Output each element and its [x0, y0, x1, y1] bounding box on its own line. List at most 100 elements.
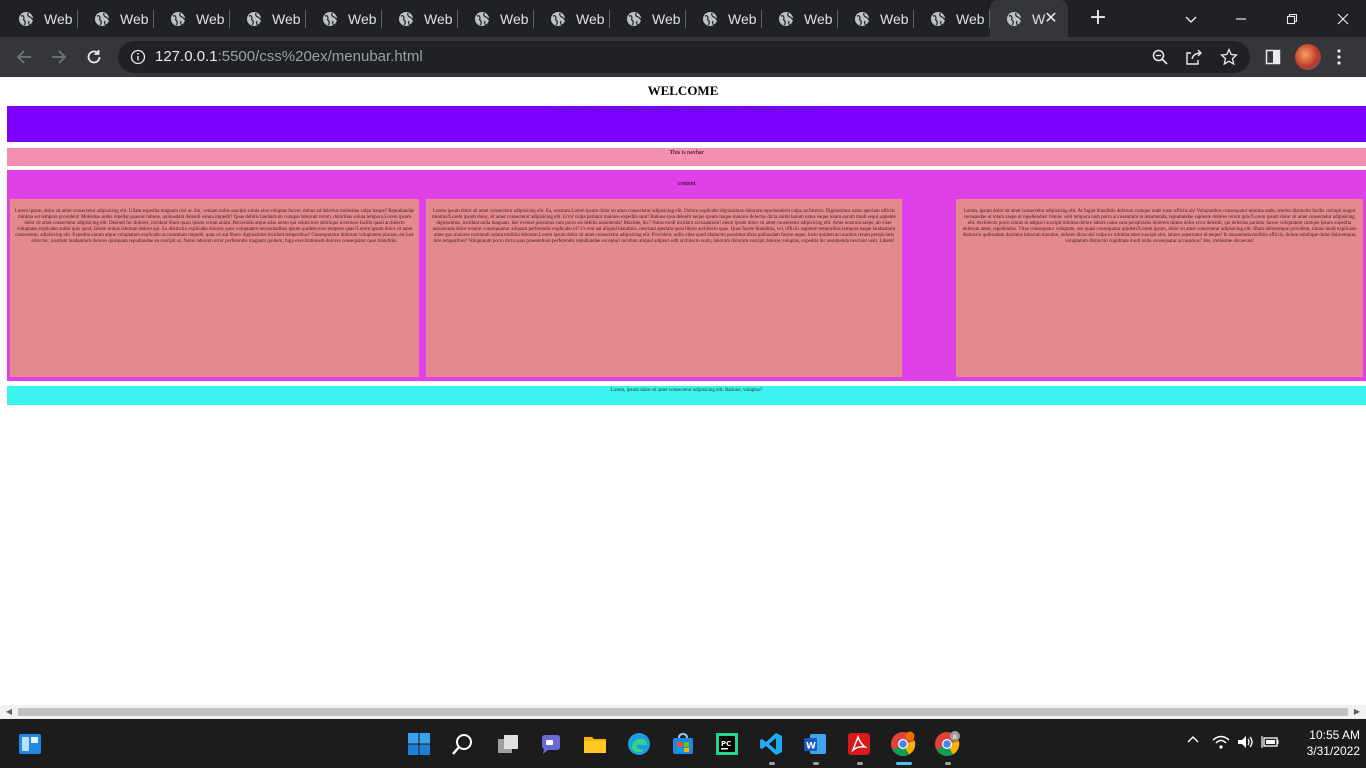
close-window-button[interactable]	[1320, 0, 1366, 37]
tab-active[interactable]: W ✕	[990, 0, 1068, 37]
restore-button[interactable]	[1269, 0, 1315, 37]
tab[interactable]: Web	[686, 0, 762, 37]
horizontal-scrollbar[interactable]: ◀ ▶	[0, 705, 1366, 719]
tab[interactable]: Web	[306, 0, 382, 37]
chevron-down-icon	[1185, 16, 1197, 23]
tab[interactable]: Web	[610, 0, 686, 37]
globe-icon	[171, 11, 186, 26]
tab-label: Web	[956, 10, 985, 27]
globe-icon	[779, 11, 794, 26]
globe-icon	[627, 11, 642, 26]
volume-button[interactable]	[1237, 735, 1255, 753]
chat-icon	[542, 735, 560, 754]
tab-label: Web	[196, 10, 225, 27]
tab[interactable]: Web	[762, 0, 838, 37]
new-tab-button[interactable]: +	[1086, 7, 1110, 31]
tab[interactable]: Web	[78, 0, 154, 37]
tab-label: Web	[424, 10, 453, 27]
svg-text:PC: PC	[721, 740, 731, 748]
chrome-profile-button[interactable]: A	[934, 731, 960, 757]
word-button[interactable]: W	[802, 731, 828, 757]
tab-label: Web	[272, 10, 301, 27]
tab-label: Web	[500, 10, 529, 27]
task-view-icon	[498, 735, 518, 753]
wifi-button[interactable]	[1212, 735, 1230, 753]
page-title: WELCOME	[647, 83, 719, 98]
side-panel-button[interactable]	[1261, 45, 1285, 69]
content-card-3: Lorem, ipsum dolor sit amet consectetur …	[956, 199, 1363, 377]
reload-button[interactable]	[82, 45, 106, 69]
close-tab-icon[interactable]: ✕	[1042, 9, 1060, 27]
word-icon: W	[804, 734, 826, 754]
tab-label: Web	[652, 10, 681, 27]
browser-toolbar: 127.0.0.1:5500/css%20ex/menubar.html	[0, 37, 1366, 77]
store-icon	[673, 732, 693, 754]
vscode-button[interactable]	[758, 731, 784, 757]
task-view-button[interactable]	[495, 731, 521, 757]
address-bar[interactable]: 127.0.0.1:5500/css%20ex/menubar.html	[118, 41, 1250, 73]
reload-icon	[87, 50, 101, 64]
system-clock[interactable]: 10:55 AM 3/31/2022	[1276, 727, 1360, 759]
tab[interactable]: Web	[154, 0, 230, 37]
scroll-left-arrow[interactable]: ◀	[4, 707, 14, 717]
widgets-button[interactable]	[17, 731, 43, 757]
tab-label: Web	[348, 10, 377, 27]
url-text[interactable]: 127.0.0.1:5500/css%20ex/menubar.html	[155, 48, 423, 65]
forward-button[interactable]	[47, 45, 71, 69]
tab[interactable]: Web	[230, 0, 306, 37]
arrow-right-icon	[52, 50, 67, 64]
tab-label: Web	[728, 10, 757, 27]
tab[interactable]: Web	[534, 0, 610, 37]
file-explorer-icon	[584, 737, 606, 753]
minimize-button[interactable]	[1218, 0, 1264, 37]
zoom-button[interactable]	[1148, 45, 1172, 69]
navbar-section: This is navbar	[7, 148, 1366, 166]
acrobat-running-indicator	[857, 762, 863, 765]
edge-icon	[628, 733, 650, 755]
tab[interactable]: Web	[382, 0, 458, 37]
arrow-left-icon	[16, 50, 31, 64]
vscode-running-indicator	[769, 762, 775, 765]
zoom-icon	[1152, 49, 1168, 65]
more-vertical-icon	[1337, 49, 1341, 65]
globe-icon	[399, 11, 414, 26]
tray-overflow-button[interactable]	[1186, 733, 1200, 751]
tab-label: Web	[576, 10, 605, 27]
back-button[interactable]	[12, 45, 36, 69]
clock-time: 10:55 AM	[1309, 728, 1360, 742]
content-section: content Lorem ipsum, dolor sit amet cons…	[7, 170, 1366, 381]
word-running-indicator	[813, 762, 819, 765]
store-button[interactable]	[670, 731, 696, 757]
globe-icon	[475, 11, 490, 26]
scroll-right-arrow[interactable]: ▶	[1352, 707, 1362, 717]
tab-search-button[interactable]	[1168, 0, 1214, 37]
info-icon[interactable]	[130, 49, 146, 65]
tab[interactable]: Web	[2, 0, 78, 37]
chat-button[interactable]	[538, 731, 564, 757]
tab[interactable]: Web	[838, 0, 914, 37]
tab[interactable]: Web	[914, 0, 990, 37]
close-icon	[1337, 13, 1349, 24]
globe-icon	[19, 11, 34, 26]
content-card-1: Lorem ipsum, dolor sit amet consectetur …	[10, 199, 419, 377]
search-button[interactable]	[450, 731, 476, 757]
acrobat-button[interactable]	[846, 731, 872, 757]
chrome-button[interactable]	[890, 731, 916, 757]
file-explorer-button[interactable]	[582, 731, 608, 757]
svg-text:W: W	[806, 742, 816, 752]
widgets-icon	[19, 734, 41, 754]
url-path: :5500/css%20ex/menubar.html	[217, 48, 423, 65]
tab[interactable]: Web	[458, 0, 534, 37]
footer-section: Lorem, ipsum dolor sit amet consectetur …	[7, 386, 1366, 405]
web-page: WELCOME Lorem ipsum, dolor sit amet cons…	[0, 77, 1366, 705]
edge-button[interactable]	[626, 731, 652, 757]
profile-avatar[interactable]	[1295, 44, 1321, 70]
pycharm-button[interactable]: PC	[714, 731, 740, 757]
share-button[interactable]	[1182, 45, 1206, 69]
url-host: 127.0.0.1	[155, 48, 218, 65]
scrollbar-thumb[interactable]	[18, 708, 1348, 716]
bookmark-button[interactable]	[1217, 45, 1241, 69]
start-button[interactable]	[406, 731, 432, 757]
chrome-menu-button[interactable]	[1327, 45, 1351, 69]
star-icon	[1220, 48, 1238, 66]
